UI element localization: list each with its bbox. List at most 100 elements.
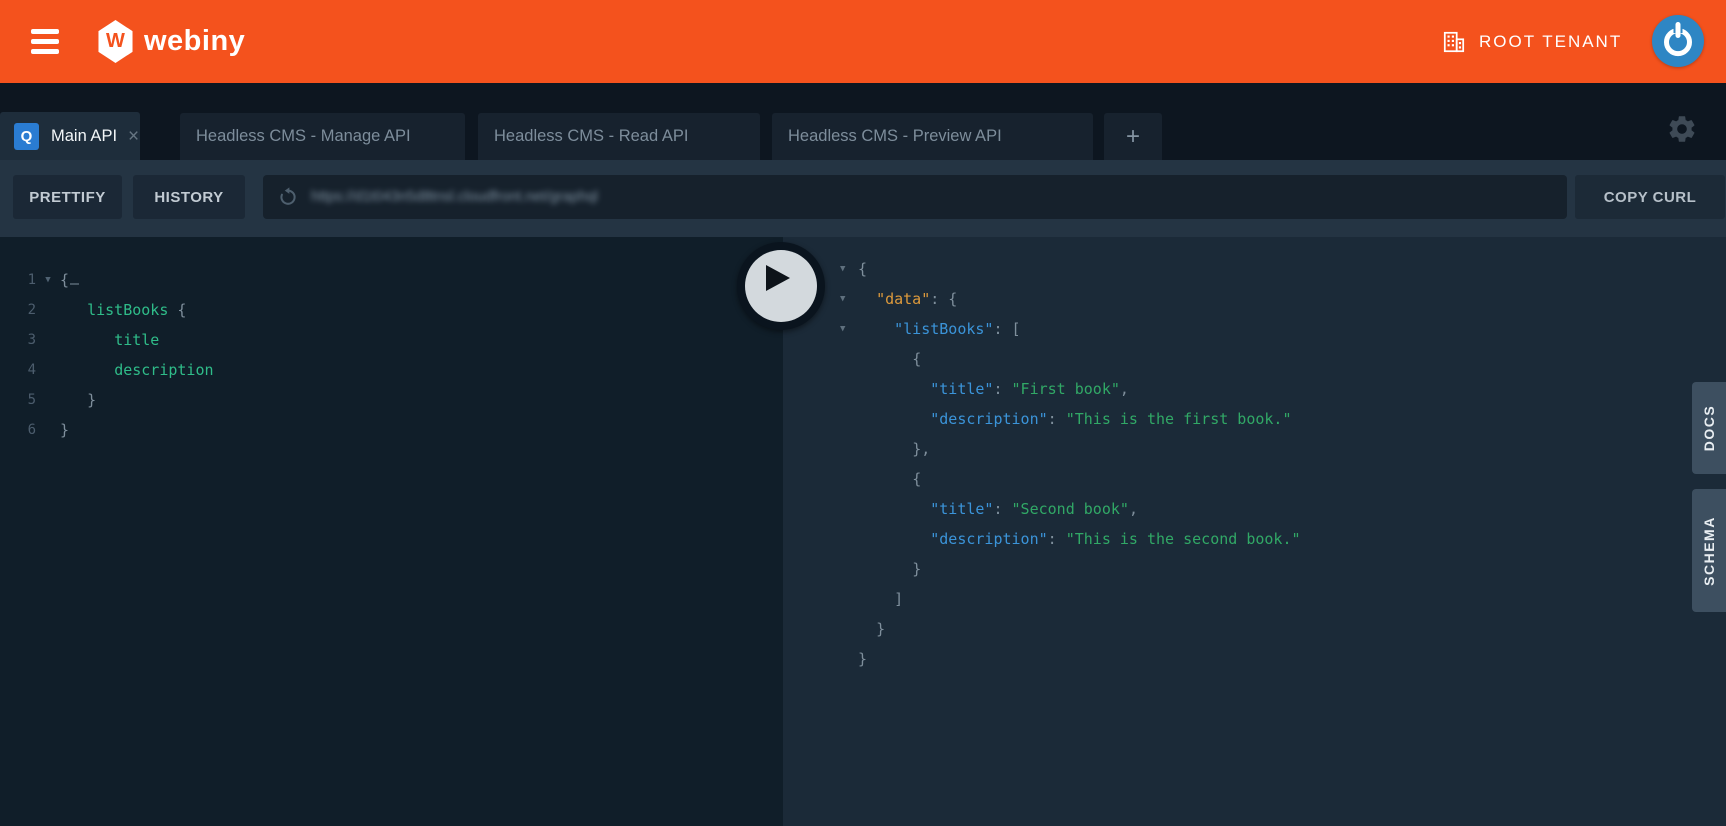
- code-token: }: [912, 560, 921, 578]
- code-token: {: [177, 301, 186, 319]
- fold-arrow-icon: [840, 374, 858, 404]
- response-line: ▼ "data": {: [783, 284, 1726, 314]
- code-text: }: [858, 554, 921, 584]
- fold-arrow-icon: [36, 295, 60, 325]
- close-tab-icon[interactable]: ×: [128, 127, 139, 146]
- response-line: },: [783, 434, 1726, 464]
- code-token: }: [876, 620, 885, 638]
- code-text: "title": "Second book",: [858, 494, 1138, 524]
- fold-arrow-icon: [36, 385, 60, 415]
- code-token: :: [1048, 410, 1066, 428]
- response-line: ]: [783, 584, 1726, 614]
- fold-arrow-icon: [840, 494, 858, 524]
- building-icon: [1441, 29, 1467, 55]
- query-line: 6}: [0, 415, 783, 445]
- app-header: W webiny ROOT TENANT: [0, 0, 1726, 83]
- fold-arrow-icon: [36, 415, 60, 445]
- prettify-button[interactable]: PRETTIFY: [13, 175, 122, 219]
- tab-label: Headless CMS - Read API: [478, 127, 688, 146]
- tab-main-api[interactable]: Q Main API ×: [0, 112, 140, 160]
- fold-arrow-icon: [840, 434, 858, 464]
- settings-gear-icon[interactable]: [1666, 113, 1698, 145]
- response-line: "title": "Second book",: [783, 494, 1726, 524]
- line-number: 1: [0, 265, 36, 295]
- code-token: }: [87, 391, 96, 409]
- endpoint-url-value: https://d1t043n5d8tnsl.cloudfront.net/gr…: [311, 189, 598, 205]
- code-text: title: [60, 325, 159, 355]
- code-token: listBooks: [87, 301, 177, 319]
- query-editor[interactable]: 1▼{2 listBooks {3 title4 description5 }6…: [0, 237, 783, 826]
- copy-curl-button[interactable]: COPY CURL: [1575, 175, 1725, 219]
- endpoint-url-input[interactable]: https://d1t043n5d8tnsl.cloudfront.net/gr…: [263, 175, 1567, 219]
- code-token: {: [912, 470, 921, 488]
- fold-arrow-icon: [840, 344, 858, 374]
- code-token: :: [1048, 530, 1066, 548]
- code-text: {: [858, 344, 921, 374]
- code-text: }: [60, 385, 96, 415]
- code-token: ,: [1129, 500, 1138, 518]
- tab-label: Headless CMS - Manage API: [180, 127, 411, 146]
- history-button[interactable]: HISTORY: [133, 175, 245, 219]
- code-token: "listBooks": [894, 320, 993, 338]
- tab-headless-cms-preview-api[interactable]: Headless CMS - Preview API: [772, 113, 1093, 160]
- schema-side-tab-label: SCHEMA: [1701, 516, 1717, 586]
- code-text: "data": {: [858, 284, 957, 314]
- api-tab-strip: Q Main API × Headless CMS - Manage API H…: [0, 83, 1726, 160]
- code-text: {: [858, 254, 867, 284]
- response-line: }: [783, 614, 1726, 644]
- execute-query-button[interactable]: [737, 242, 825, 330]
- fold-arrow-icon[interactable]: ▼: [840, 254, 858, 284]
- tab-headless-cms-manage-api[interactable]: Headless CMS - Manage API: [180, 113, 465, 160]
- user-avatar[interactable]: [1652, 15, 1704, 67]
- fold-arrow-icon[interactable]: ▼: [36, 265, 60, 295]
- query-line: 3 title: [0, 325, 783, 355]
- code-token: "description": [930, 530, 1047, 548]
- tenant-selector[interactable]: ROOT TENANT: [1441, 0, 1622, 83]
- schema-side-tab[interactable]: SCHEMA: [1692, 489, 1726, 612]
- fold-arrow-icon: [36, 355, 60, 385]
- code-token: "First book": [1012, 380, 1120, 398]
- fold-arrow-icon: [840, 644, 858, 674]
- code-text: }: [60, 415, 69, 445]
- line-number: 2: [0, 295, 36, 325]
- code-token: :: [993, 500, 1011, 518]
- code-text: "listBooks": [: [858, 314, 1021, 344]
- reload-icon: [277, 186, 299, 208]
- code-token: {: [858, 260, 867, 278]
- code-text: "description": "This is the first book.": [858, 404, 1292, 434]
- code-token: {: [912, 350, 921, 368]
- code-token: : [: [993, 320, 1020, 338]
- response-line: "title": "First book",: [783, 374, 1726, 404]
- response-line: }: [783, 644, 1726, 674]
- code-token: "title": [930, 380, 993, 398]
- code-text: }: [858, 614, 885, 644]
- hamburger-menu-icon[interactable]: [31, 29, 59, 54]
- query-line: 2 listBooks {: [0, 295, 783, 325]
- docs-side-tab-label: DOCS: [1701, 405, 1717, 451]
- response-line: {: [783, 344, 1726, 374]
- fold-arrow-icon[interactable]: ▼: [840, 284, 858, 314]
- tab-headless-cms-read-api[interactable]: Headless CMS - Read API: [478, 113, 760, 160]
- query-line: 5 }: [0, 385, 783, 415]
- code-token: }: [858, 650, 867, 668]
- code-token: :: [993, 380, 1011, 398]
- webiny-wordmark: webiny: [144, 25, 245, 58]
- docs-side-tab[interactable]: DOCS: [1692, 382, 1726, 474]
- query-badge: Q: [14, 123, 39, 150]
- code-token: },: [912, 440, 930, 458]
- fold-arrow-icon: [840, 614, 858, 644]
- code-text: ]: [858, 584, 903, 614]
- response-line: "description": "This is the second book.…: [783, 524, 1726, 554]
- code-text: "title": "First book",: [858, 374, 1129, 404]
- fold-arrow-icon: [840, 554, 858, 584]
- response-line: ▼{: [783, 254, 1726, 284]
- code-token: description: [114, 361, 213, 379]
- code-token: "data": [876, 290, 930, 308]
- tab-label: Headless CMS - Preview API: [772, 127, 1002, 146]
- plus-icon: +: [1126, 123, 1140, 151]
- add-tab-button[interactable]: +: [1104, 113, 1162, 160]
- line-number: 6: [0, 415, 36, 445]
- webiny-logo-icon: W: [97, 20, 134, 63]
- fold-arrow-icon[interactable]: ▼: [840, 314, 858, 344]
- tab-label: Main API: [51, 127, 117, 146]
